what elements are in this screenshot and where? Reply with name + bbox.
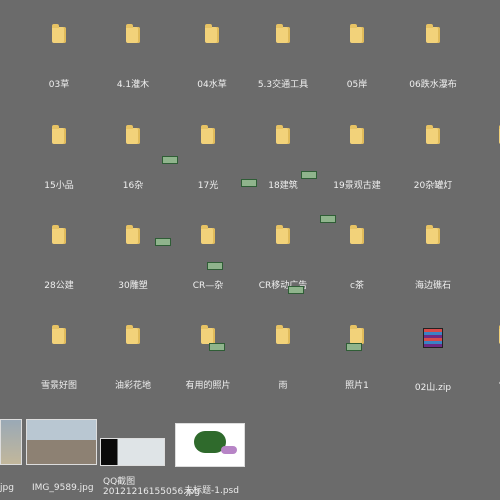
folder-icon bbox=[52, 325, 66, 344]
file-label: c茶 bbox=[350, 281, 364, 291]
file-label: IMG_9589.jpg bbox=[32, 483, 94, 493]
folder-icon bbox=[52, 225, 66, 244]
folder-item[interactable]: 照片1 bbox=[317, 325, 397, 391]
file-label: 03草 bbox=[48, 80, 70, 90]
folder-icon bbox=[276, 125, 290, 144]
folder-item[interactable]: 17光 bbox=[168, 125, 248, 191]
folder-icon bbox=[201, 325, 215, 344]
archive-icon bbox=[423, 328, 443, 348]
folder-icon bbox=[276, 325, 290, 344]
folder-icon bbox=[350, 225, 364, 244]
folder-icon bbox=[276, 225, 290, 244]
file-label: jpg bbox=[0, 483, 14, 493]
folder-item[interactable]: 28公建 bbox=[19, 225, 99, 291]
folder-icon bbox=[126, 225, 140, 244]
archive-item[interactable]: 02山.zip bbox=[393, 328, 473, 393]
image-thumbnail[interactable] bbox=[155, 238, 171, 246]
folder-item[interactable]: 4.1灌木 bbox=[93, 24, 173, 90]
file-label: CR移动广告 bbox=[258, 281, 308, 291]
file-label: 05岸 bbox=[346, 80, 368, 90]
image-thumbnail[interactable] bbox=[209, 343, 225, 351]
photo-thumbnail[interactable] bbox=[100, 438, 165, 466]
file-label: 有用的照片 bbox=[185, 381, 231, 391]
folder-item[interactable]: 20杂罐灯 bbox=[393, 125, 473, 191]
image-thumbnail[interactable] bbox=[207, 262, 223, 270]
folder-item[interactable]: CR移动广告 bbox=[243, 225, 323, 291]
image-thumbnail[interactable] bbox=[301, 171, 317, 179]
folder-item[interactable]: 海边礁石 bbox=[393, 225, 473, 291]
photo-thumbnail[interactable] bbox=[26, 419, 97, 465]
photo-thumbnail[interactable] bbox=[0, 419, 22, 465]
folder-icon bbox=[350, 24, 364, 43]
folder-item[interactable]: 雨 bbox=[243, 325, 323, 391]
folder-item[interactable]: 16杂 bbox=[93, 125, 173, 191]
folder-item[interactable]: 19景观古建 bbox=[317, 125, 397, 191]
file-label: 未标题-1.psd bbox=[184, 486, 239, 496]
folder-item[interactable]: 06跌水瀑布 bbox=[393, 24, 473, 90]
file-label: 06跌水瀑布 bbox=[409, 80, 457, 90]
folder-icon bbox=[205, 24, 219, 43]
file-label: 海边礁石 bbox=[414, 281, 451, 291]
file-label: 17光 bbox=[197, 181, 219, 191]
file-label: 04水草 bbox=[197, 80, 227, 90]
folder-icon bbox=[126, 325, 140, 344]
image-thumbnail[interactable] bbox=[162, 156, 178, 164]
photo-thumbnail[interactable] bbox=[175, 423, 245, 467]
file-label: 油彩花地 bbox=[114, 381, 151, 391]
file-label: 15小品 bbox=[44, 181, 74, 191]
folder-item[interactable]: c茶 bbox=[317, 225, 397, 291]
image-thumbnail[interactable] bbox=[320, 215, 336, 223]
folder-item[interactable]: 15小品 bbox=[19, 125, 99, 191]
image-thumbnail[interactable] bbox=[288, 286, 304, 294]
folder-item[interactable]: 03草 bbox=[19, 24, 99, 90]
file-label: CR—杂 bbox=[192, 281, 224, 291]
folder-icon bbox=[350, 125, 364, 144]
folder-item[interactable]: 油彩花地 bbox=[93, 325, 173, 391]
folder-item[interactable]: 04水草 bbox=[172, 24, 252, 90]
folder-item[interactable]: 雪景好图 bbox=[19, 325, 99, 391]
file-label: 16杂 bbox=[122, 181, 144, 191]
folder-item[interactable]: CR—杂 bbox=[168, 225, 248, 291]
folder-item[interactable]: 23 bbox=[466, 125, 500, 188]
folder-icon bbox=[426, 24, 440, 43]
folder-item[interactable]: 4.1 bbox=[466, 325, 500, 388]
folder-icon bbox=[426, 225, 440, 244]
folder-icon bbox=[201, 225, 215, 244]
folder-icon bbox=[276, 24, 290, 43]
file-label: 02山.zip bbox=[414, 383, 452, 393]
file-label: 20杂罐灯 bbox=[413, 181, 453, 191]
folder-icon bbox=[426, 125, 440, 144]
folder-item[interactable]: 5.3交通工具 bbox=[243, 24, 323, 90]
file-label: 5.3交通工具 bbox=[257, 80, 309, 90]
folder-icon bbox=[126, 125, 140, 144]
file-label: 雨 bbox=[278, 381, 288, 391]
file-label: 雪景好图 bbox=[40, 381, 77, 391]
folder-icon bbox=[52, 24, 66, 43]
file-label: 23 bbox=[466, 178, 500, 188]
file-label: 30雕塑 bbox=[118, 281, 148, 291]
file-label: 28公建 bbox=[44, 281, 74, 291]
file-label: QQ截图20121216155056.jpg bbox=[103, 477, 200, 497]
image-thumbnail[interactable] bbox=[346, 343, 362, 351]
folder-icon bbox=[350, 325, 364, 344]
folder-item[interactable]: 有用的照片 bbox=[168, 325, 248, 391]
folder-icon bbox=[126, 24, 140, 43]
folder-icon bbox=[201, 125, 215, 144]
folder-icon bbox=[52, 125, 66, 144]
folder-item[interactable]: 05岸 bbox=[317, 24, 397, 90]
file-label: 19景观古建 bbox=[333, 181, 381, 191]
file-label: 照片1 bbox=[345, 381, 369, 391]
file-label: 4.1灌木 bbox=[116, 80, 150, 90]
image-thumbnail[interactable] bbox=[241, 179, 257, 187]
file-label: 4.1 bbox=[466, 378, 500, 388]
